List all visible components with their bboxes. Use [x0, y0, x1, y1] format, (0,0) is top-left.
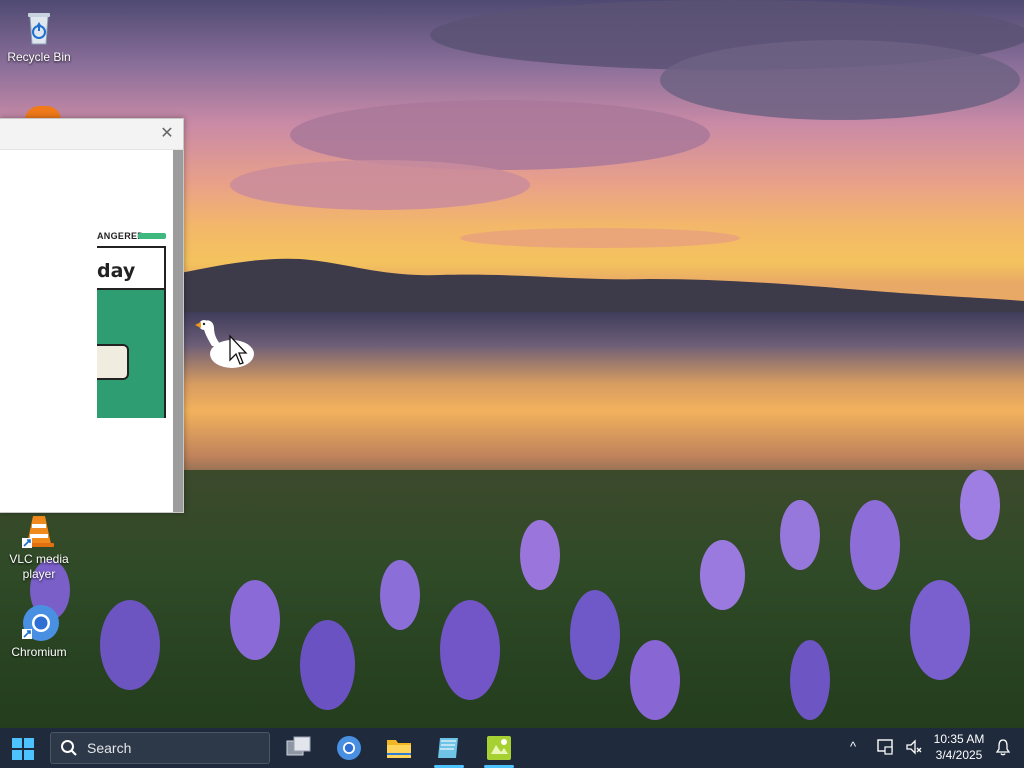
flower	[440, 600, 500, 700]
recycle-bin-icon	[19, 8, 59, 48]
flower	[230, 580, 280, 660]
cloud	[460, 228, 740, 248]
comic-panel: day	[97, 246, 166, 418]
window-scrollbar[interactable]	[173, 150, 183, 512]
desktop-icon-chromium[interactable]: Chromium	[7, 603, 71, 660]
start-button[interactable]	[12, 738, 34, 760]
desktop-icon-label: Chromium	[11, 645, 67, 659]
taskbar-chromium[interactable]	[330, 732, 368, 764]
clock-time: 10:35 AM	[933, 732, 985, 746]
notifications-bell-icon[interactable]	[994, 738, 1012, 761]
flower	[850, 500, 900, 590]
flower	[700, 540, 745, 610]
desktop-icon-label: Recycle Bin	[7, 50, 71, 64]
clock-date: 3/4/2025	[935, 748, 983, 762]
flower	[570, 590, 620, 680]
taskbar-photo-app[interactable]	[480, 732, 518, 768]
task-view-button[interactable]	[280, 732, 318, 764]
desktop-icon-label: VLC media player	[9, 552, 69, 581]
window-titlebar[interactable]: ✕	[0, 119, 183, 150]
search-placeholder: Search	[87, 740, 132, 756]
tray-network-icon[interactable]	[876, 738, 894, 761]
desktop-goose[interactable]	[192, 316, 262, 372]
comic-title: day	[97, 260, 136, 282]
search-icon	[61, 740, 77, 756]
flower	[300, 620, 355, 710]
cloud	[230, 160, 530, 210]
flower	[910, 580, 970, 680]
taskbar: Search ^ 10:35 AM 3/4/2025	[0, 728, 1024, 768]
flower	[960, 470, 1000, 540]
windows-logo-icon	[12, 738, 34, 760]
comic-scroll-drawing	[97, 344, 129, 380]
mountain-ridge	[180, 258, 1024, 315]
flower	[380, 560, 420, 630]
flower	[780, 500, 820, 570]
app-window[interactable]: ✕ ANGERED day	[0, 118, 184, 513]
cloud	[660, 40, 1020, 120]
lake	[180, 312, 1024, 492]
chromium-icon	[337, 736, 361, 760]
comic-badge	[138, 233, 166, 239]
notepad-icon	[438, 738, 458, 758]
close-button[interactable]: ✕	[159, 126, 175, 142]
desktop-icon-recycle-bin[interactable]: Recycle Bin	[7, 8, 71, 65]
taskbar-file-explorer[interactable]	[380, 732, 418, 764]
desktop-icon-vlc[interactable]: VLC media player	[7, 510, 71, 582]
flower	[100, 600, 160, 690]
image-app-icon	[487, 736, 511, 760]
tray-volume-icon[interactable]	[905, 738, 923, 761]
task-view-icon	[286, 736, 311, 756]
flower	[520, 520, 560, 590]
tray-overflow-chevron[interactable]: ^	[850, 739, 856, 754]
vlc-icon	[19, 510, 59, 550]
taskbar-notepad[interactable]	[430, 732, 468, 768]
taskbar-clock[interactable]: 10:35 AM 3/4/2025	[928, 731, 990, 763]
chromium-icon	[19, 603, 59, 643]
flower	[630, 640, 680, 720]
folder-icon	[387, 740, 411, 758]
flower	[790, 640, 830, 720]
taskbar-search-box[interactable]: Search	[50, 732, 270, 764]
